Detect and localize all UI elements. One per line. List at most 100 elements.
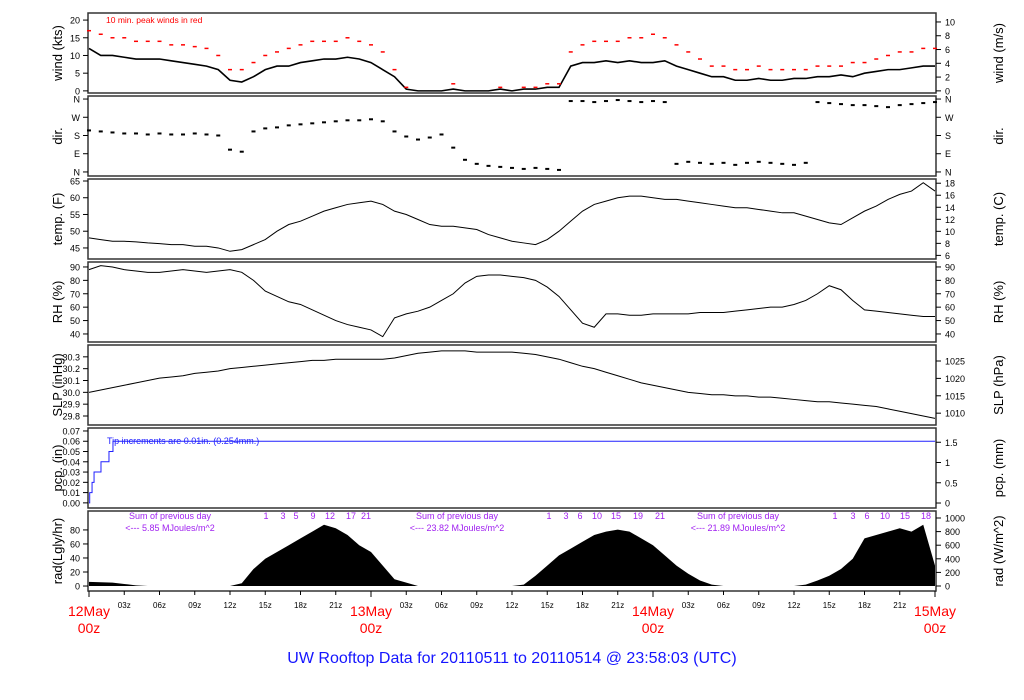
- panel-frame: [87, 95, 937, 177]
- direction-mark: [615, 99, 620, 102]
- left-tick-label: 0.05: [62, 447, 80, 457]
- direction-mark: [933, 101, 937, 104]
- hour-label: 09z: [188, 601, 201, 610]
- day-sublabel: 00z: [924, 620, 947, 636]
- left-axis-label: pcp. (in): [50, 445, 65, 492]
- direction-mark: [98, 130, 103, 133]
- right-tick-label: 6: [945, 251, 950, 261]
- left-tick-label: 0.00: [62, 498, 80, 508]
- right-tick-label: 600: [945, 541, 960, 551]
- left-tick-label: W: [72, 113, 81, 123]
- left-tick-label: 0.04: [62, 457, 80, 467]
- day-label: 14May: [632, 603, 674, 619]
- direction-mark: [909, 103, 914, 106]
- hour-label: 18z: [858, 601, 871, 610]
- direction-mark: [427, 136, 432, 139]
- direction-mark: [216, 134, 221, 137]
- hour-mark-label: 17: [346, 511, 356, 521]
- right-tick-label: 1025: [945, 357, 965, 367]
- right-axis-label: wind (m/s): [991, 23, 1006, 84]
- right-tick-label: 60: [945, 303, 955, 313]
- direction-mark: [181, 133, 185, 136]
- right-tick-label: 8: [945, 31, 950, 41]
- right-axis-label: rad (W/m^2): [991, 515, 1006, 586]
- right-tick-label: W: [945, 113, 954, 123]
- hour-mark-label: 15: [900, 511, 910, 521]
- left-tick-label: 50: [70, 316, 80, 326]
- left-tick-label: 30.0: [62, 388, 80, 398]
- day-sublabel: 00z: [78, 620, 101, 636]
- panel-annotation: 10 min. peak winds in red: [106, 15, 203, 25]
- right-tick-label: 1020: [945, 374, 965, 384]
- right-axis-label: RH (%): [991, 281, 1006, 324]
- direction-mark: [733, 163, 738, 166]
- series-line-wind: [88, 47, 935, 92]
- hour-label: 03z: [118, 601, 131, 610]
- hour-mark-label: 19: [633, 511, 643, 521]
- left-axis-label: dir.: [50, 127, 65, 144]
- left-tick-label: 29.8: [62, 412, 80, 422]
- right-tick-label: 0: [945, 499, 950, 509]
- radiation-area: [89, 524, 935, 587]
- hour-label: 15z: [823, 601, 836, 610]
- day-label: 13May: [350, 603, 392, 619]
- direction-mark: [745, 161, 749, 164]
- right-tick-label: 10: [945, 17, 955, 27]
- direction-mark: [839, 103, 843, 106]
- hour-mark-label: 3: [563, 511, 568, 521]
- direction-mark: [439, 133, 444, 136]
- left-tick-label: N: [74, 95, 81, 105]
- direction-mark: [286, 124, 291, 127]
- right-tick-label: 800: [945, 527, 960, 537]
- direction-mark: [674, 162, 679, 165]
- right-tick-label: 90: [945, 262, 955, 272]
- right-tick-label: 6: [945, 45, 950, 55]
- hour-label: 18z: [294, 601, 307, 610]
- hour-mark-label: 15: [611, 511, 621, 521]
- hour-label: 15z: [541, 601, 554, 610]
- direction-mark: [533, 166, 538, 169]
- hour-label: 09z: [470, 601, 483, 610]
- right-tick-label: 70: [945, 289, 955, 299]
- right-tick-label: 1.5: [945, 438, 958, 448]
- direction-mark: [651, 100, 655, 103]
- series-line-rh: [88, 265, 935, 338]
- direction-mark: [768, 161, 773, 164]
- left-tick-label: 80: [70, 525, 80, 535]
- left-tick-label: 50: [70, 227, 80, 237]
- direction-mark: [639, 101, 644, 104]
- right-tick-label: 1010: [945, 409, 965, 419]
- right-tick-label: 0.5: [945, 478, 958, 488]
- direction-mark: [157, 132, 162, 135]
- direction-mark: [463, 158, 467, 161]
- direction-mark: [122, 132, 127, 135]
- left-tick-label: 55: [70, 210, 80, 220]
- left-tick-label: E: [74, 149, 80, 159]
- direction-mark: [686, 160, 691, 163]
- direction-mark: [110, 131, 115, 134]
- hour-label: 21z: [329, 601, 342, 610]
- hour-mark-label: 21: [361, 511, 371, 521]
- direction-mark: [369, 118, 373, 121]
- right-tick-label: N: [945, 95, 952, 105]
- hour-mark-label: 6: [577, 511, 582, 521]
- direction-mark: [404, 135, 409, 138]
- left-tick-label: 40: [70, 329, 80, 339]
- direction-mark: [169, 133, 174, 136]
- panel-frame: [87, 344, 937, 426]
- right-axis-label: dir.: [991, 127, 1006, 144]
- chart-canvas: 051015200246810wind (kts) wind (m/s)10 mi…: [50, 12, 1006, 636]
- direction-mark: [416, 138, 420, 141]
- left-tick-label: 40: [70, 553, 80, 563]
- daily-sum-value: <--- 21.89 MJoules/m^2: [691, 523, 786, 533]
- daily-sum-label: Sum of previous day: [697, 511, 780, 521]
- hour-mark-label: 1: [546, 511, 551, 521]
- right-tick-label: 1015: [945, 391, 965, 401]
- direction-mark: [510, 166, 514, 169]
- hour-mark-label: 12: [325, 511, 335, 521]
- hour-mark-label: 3: [280, 511, 285, 521]
- daily-sum-label: Sum of previous day: [416, 511, 499, 521]
- left-tick-label: 10: [70, 51, 80, 61]
- right-tick-label: 1: [945, 458, 950, 468]
- left-tick-label: 60: [70, 539, 80, 549]
